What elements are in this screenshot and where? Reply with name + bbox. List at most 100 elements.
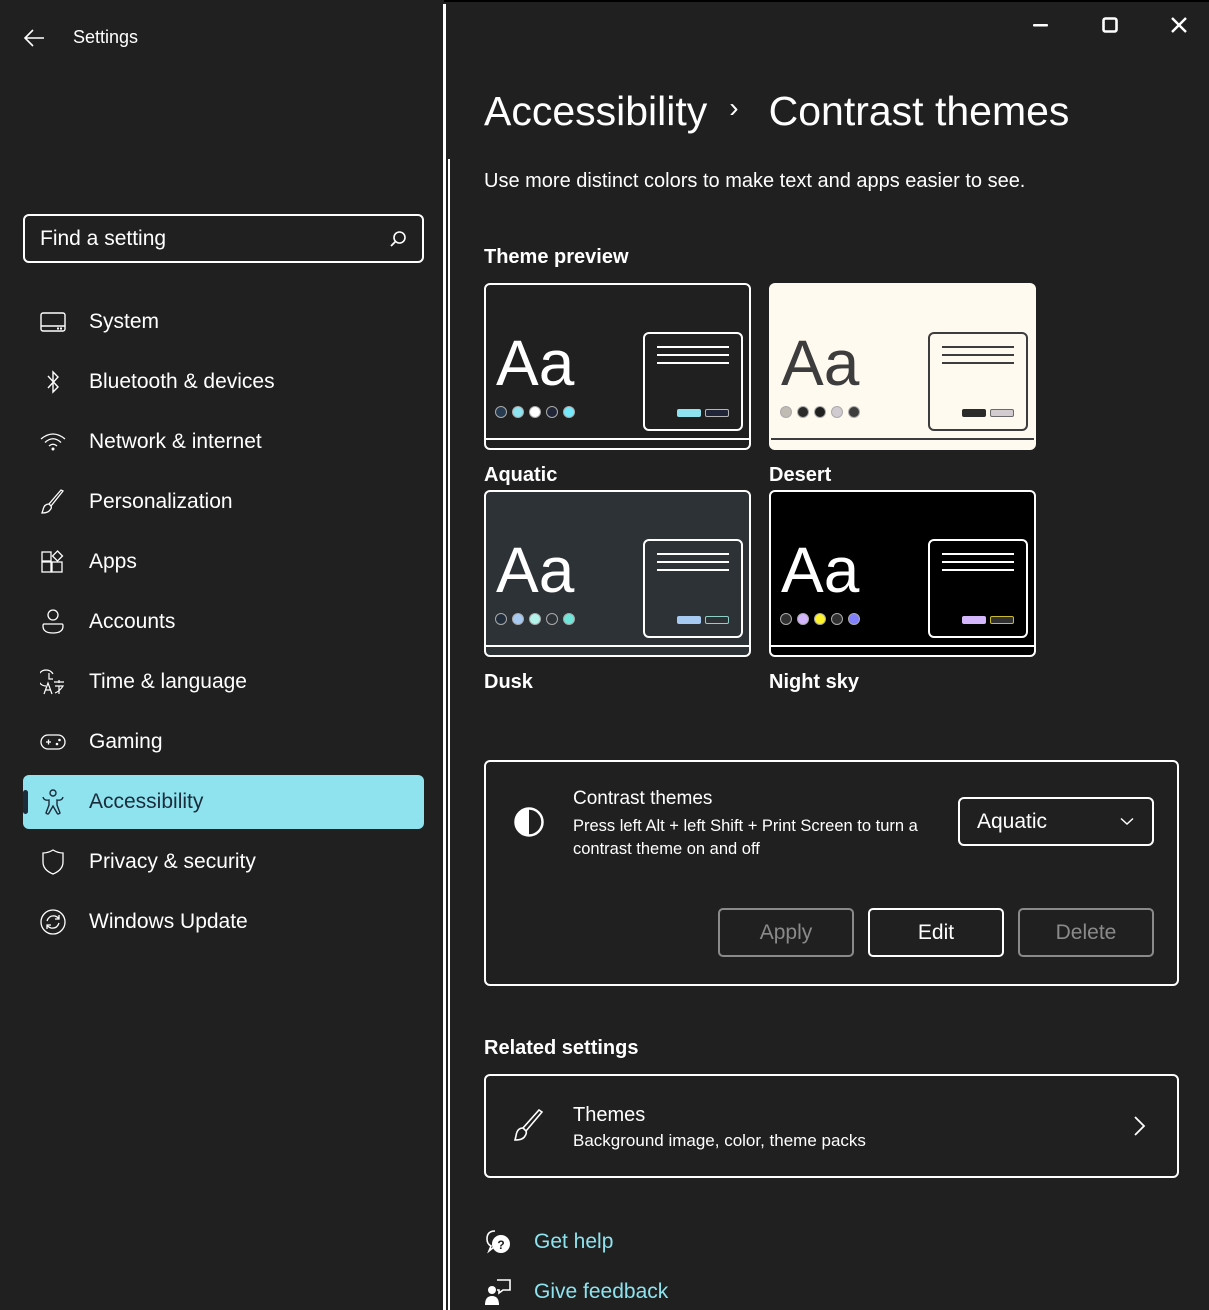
theme-card-dusk[interactable]: Aa	[484, 490, 751, 657]
theme-color-swatches	[495, 406, 575, 418]
back-button[interactable]	[18, 22, 50, 54]
theme-card-night-sky[interactable]: Aa	[769, 490, 1036, 657]
apply-button[interactable]: Apply	[718, 908, 854, 957]
theme-preview-heading: Theme preview	[484, 246, 629, 268]
bluetooth-icon	[39, 368, 67, 396]
color-swatch	[546, 406, 558, 418]
sidebar-item-time-language[interactable]: Time & language	[23, 655, 424, 709]
sidebar-item-privacy[interactable]: Privacy & security	[23, 835, 424, 889]
brush-icon	[39, 488, 67, 516]
page-title: Contrast themes	[768, 88, 1070, 134]
app-title: Settings	[73, 27, 139, 47]
color-swatch	[814, 406, 826, 418]
theme-name-label: Dusk	[484, 671, 533, 693]
preview-taskbar-line	[771, 438, 1034, 440]
color-swatch	[529, 613, 541, 625]
contrast-themes-description: Press left Alt + left Shift + Print Scre…	[573, 817, 918, 858]
theme-color-swatches	[495, 613, 575, 625]
sidebar-nav: System Bluetooth & devices Network & int…	[23, 295, 424, 955]
color-swatch	[797, 613, 809, 625]
sidebar-item-windows-update[interactable]: Windows Update	[23, 895, 424, 949]
theme-select-dropdown[interactable]: Aquatic	[958, 797, 1154, 846]
preview-text-line	[942, 354, 1014, 356]
search-input[interactable]	[40, 226, 388, 251]
get-help-label: Get help	[534, 1230, 614, 1253]
get-help-link[interactable]: ? Get help	[484, 1228, 613, 1256]
color-swatch	[512, 406, 524, 418]
preview-text-line	[942, 346, 1014, 348]
sidebar-item-personalization[interactable]: Personalization	[23, 475, 424, 529]
preview-primary-button	[677, 409, 701, 417]
breadcrumb-parent[interactable]: Accessibility	[484, 88, 707, 135]
settings-window: Settings System Bluetooth & devices Netw…	[0, 0, 1209, 1310]
color-swatch	[848, 613, 860, 625]
gamepad-icon	[39, 728, 67, 756]
main-content: Accessibility › Contrast themes Use more…	[450, 0, 1209, 1310]
sidebar-item-label: Apps	[89, 550, 137, 573]
contrast-themes-title: Contrast themes	[573, 788, 713, 809]
preview-taskbar-line	[771, 645, 1034, 647]
theme-sample-text: Aa	[496, 327, 575, 399]
sidebar-item-gaming[interactable]: Gaming	[23, 715, 424, 769]
search-icon[interactable]	[388, 229, 408, 249]
color-swatch	[831, 613, 843, 625]
sidebar-item-apps[interactable]: Apps	[23, 535, 424, 589]
sidebar-item-bluetooth[interactable]: Bluetooth & devices	[23, 355, 424, 409]
themes-link-title: Themes	[573, 1104, 646, 1126]
shield-icon	[39, 848, 67, 876]
theme-sample-text: Aa	[781, 327, 860, 399]
contrast-themes-panel: Contrast themes Press left Alt + left Sh…	[484, 760, 1179, 986]
sidebar-item-label: Gaming	[89, 730, 163, 753]
sidebar-item-label: Windows Update	[89, 910, 248, 933]
delete-button[interactable]: Delete	[1018, 908, 1154, 957]
sidebar-item-accessibility[interactable]: Accessibility	[23, 775, 424, 829]
themes-related-link[interactable]: Themes Background image, color, theme pa…	[484, 1074, 1179, 1178]
sidebar-item-accounts[interactable]: Accounts	[23, 595, 424, 649]
sidebar-item-network[interactable]: Network & internet	[23, 415, 424, 469]
sidebar-item-label: Accounts	[89, 610, 176, 633]
color-swatch	[563, 406, 575, 418]
sidebar: Settings System Bluetooth & devices Netw…	[0, 0, 444, 1310]
sidebar-item-label: Time & language	[89, 670, 247, 693]
theme-name-label: Aquatic	[484, 464, 558, 486]
preview-secondary-button	[990, 409, 1014, 417]
give-feedback-link[interactable]: Give feedback	[484, 1278, 668, 1306]
preview-text-line	[942, 362, 1014, 364]
preview-primary-button	[962, 409, 986, 417]
preview-secondary-button	[990, 616, 1014, 624]
brush-icon	[513, 1109, 544, 1141]
theme-card-desert[interactable]: Aa	[769, 283, 1036, 450]
color-swatch	[495, 613, 507, 625]
preview-text-line	[657, 346, 729, 348]
preview-text-line	[657, 362, 729, 364]
color-swatch	[848, 406, 860, 418]
wifi-icon	[39, 428, 67, 456]
sidebar-item-label: Privacy & security	[89, 850, 256, 873]
preview-secondary-button	[705, 616, 729, 624]
preview-text-line	[942, 561, 1014, 563]
theme-window-preview	[928, 539, 1028, 638]
update-icon	[39, 908, 67, 936]
apps-icon	[39, 548, 67, 576]
arrow-left-icon	[23, 29, 44, 47]
breadcrumb: Accessibility › Contrast themes	[484, 88, 1069, 135]
color-swatch	[780, 613, 792, 625]
accessibility-icon	[39, 788, 67, 816]
page-description: Use more distinct colors to make text an…	[484, 170, 1026, 192]
chevron-down-icon	[1120, 817, 1134, 826]
sidebar-item-system[interactable]: System	[23, 295, 424, 349]
theme-card-aquatic[interactable]: Aa	[484, 283, 751, 450]
theme-window-preview	[643, 332, 743, 431]
preview-text-line	[657, 569, 729, 571]
color-swatch	[563, 613, 575, 625]
theme-name-label: Desert	[769, 464, 832, 486]
sidebar-item-label: Bluetooth & devices	[89, 370, 275, 393]
edit-button[interactable]: Edit	[868, 908, 1004, 957]
search-box[interactable]	[23, 214, 424, 263]
themes-link-description: Background image, color, theme packs	[573, 1131, 866, 1150]
color-swatch	[797, 406, 809, 418]
preview-primary-button	[677, 616, 701, 624]
theme-name-label: Night sky	[769, 671, 860, 693]
theme-window-preview	[928, 332, 1028, 431]
theme-sample-text: Aa	[496, 534, 575, 606]
